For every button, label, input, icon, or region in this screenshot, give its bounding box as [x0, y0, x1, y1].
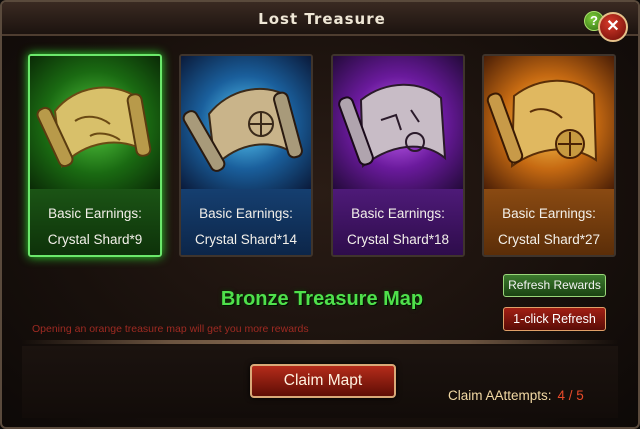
card-earnings-label: Basic Earnings: [351, 206, 445, 221]
one-click-refresh-button[interactable]: 1-click Refresh [503, 307, 606, 331]
refresh-rewards-button[interactable]: Refresh Rewards [503, 274, 606, 297]
card-earnings-label: Basic Earnings: [502, 206, 596, 221]
treasure-map-scroll-icon [484, 56, 614, 189]
treasure-map-card-orange[interactable]: Basic Earnings: Crystal Shard*27 [482, 54, 616, 257]
treasure-map-scroll-icon [333, 56, 463, 189]
card-earnings-value: Crystal Shard*14 [194, 232, 298, 247]
hint-text: Opening an orange treasure map will get … [32, 323, 309, 335]
claim-map-button[interactable]: Claim Mapt [250, 364, 396, 398]
claim-attempts-value: 4 / 5 [557, 388, 584, 403]
window-title: Lost Treasure [258, 10, 386, 28]
card-info: Basic Earnings: Crystal Shard*18 [333, 189, 463, 255]
title-bar: Lost Treasure ? ✕ [2, 2, 638, 42]
treasure-map-scroll-icon [181, 56, 311, 189]
ornate-divider [22, 340, 618, 344]
treasure-map-card-blue[interactable]: Basic Earnings: Crystal Shard*14 [179, 54, 313, 257]
card-info: Basic Earnings: Crystal Shard*27 [484, 189, 614, 255]
card-info: Basic Earnings: Crystal Shard*14 [181, 189, 311, 255]
treasure-map-card-green[interactable]: Basic Earnings: Crystal Shard*9 [28, 54, 162, 257]
claim-attempts-label: Claim AAttempts: [448, 388, 552, 403]
claim-attempts: Claim AAttempts: 4 / 5 [448, 388, 584, 403]
card-earnings-value: Crystal Shard*18 [346, 232, 450, 247]
treasure-map-scroll-icon [30, 56, 160, 189]
treasure-map-card-purple[interactable]: Basic Earnings: Crystal Shard*18 [331, 54, 465, 257]
current-map-name: Bronze Treasure Map [220, 288, 424, 310]
card-earnings-value: Crystal Shard*27 [497, 232, 601, 247]
card-earnings-label: Basic Earnings: [48, 206, 142, 221]
card-earnings-value: Crystal Shard*9 [47, 232, 143, 247]
card-info: Basic Earnings: Crystal Shard*9 [30, 189, 160, 255]
card-earnings-label: Basic Earnings: [199, 206, 293, 221]
close-button[interactable]: ✕ [598, 12, 628, 42]
lost-treasure-window: Lost Treasure ? ✕ Basic Earnings: Crysta… [0, 0, 640, 429]
